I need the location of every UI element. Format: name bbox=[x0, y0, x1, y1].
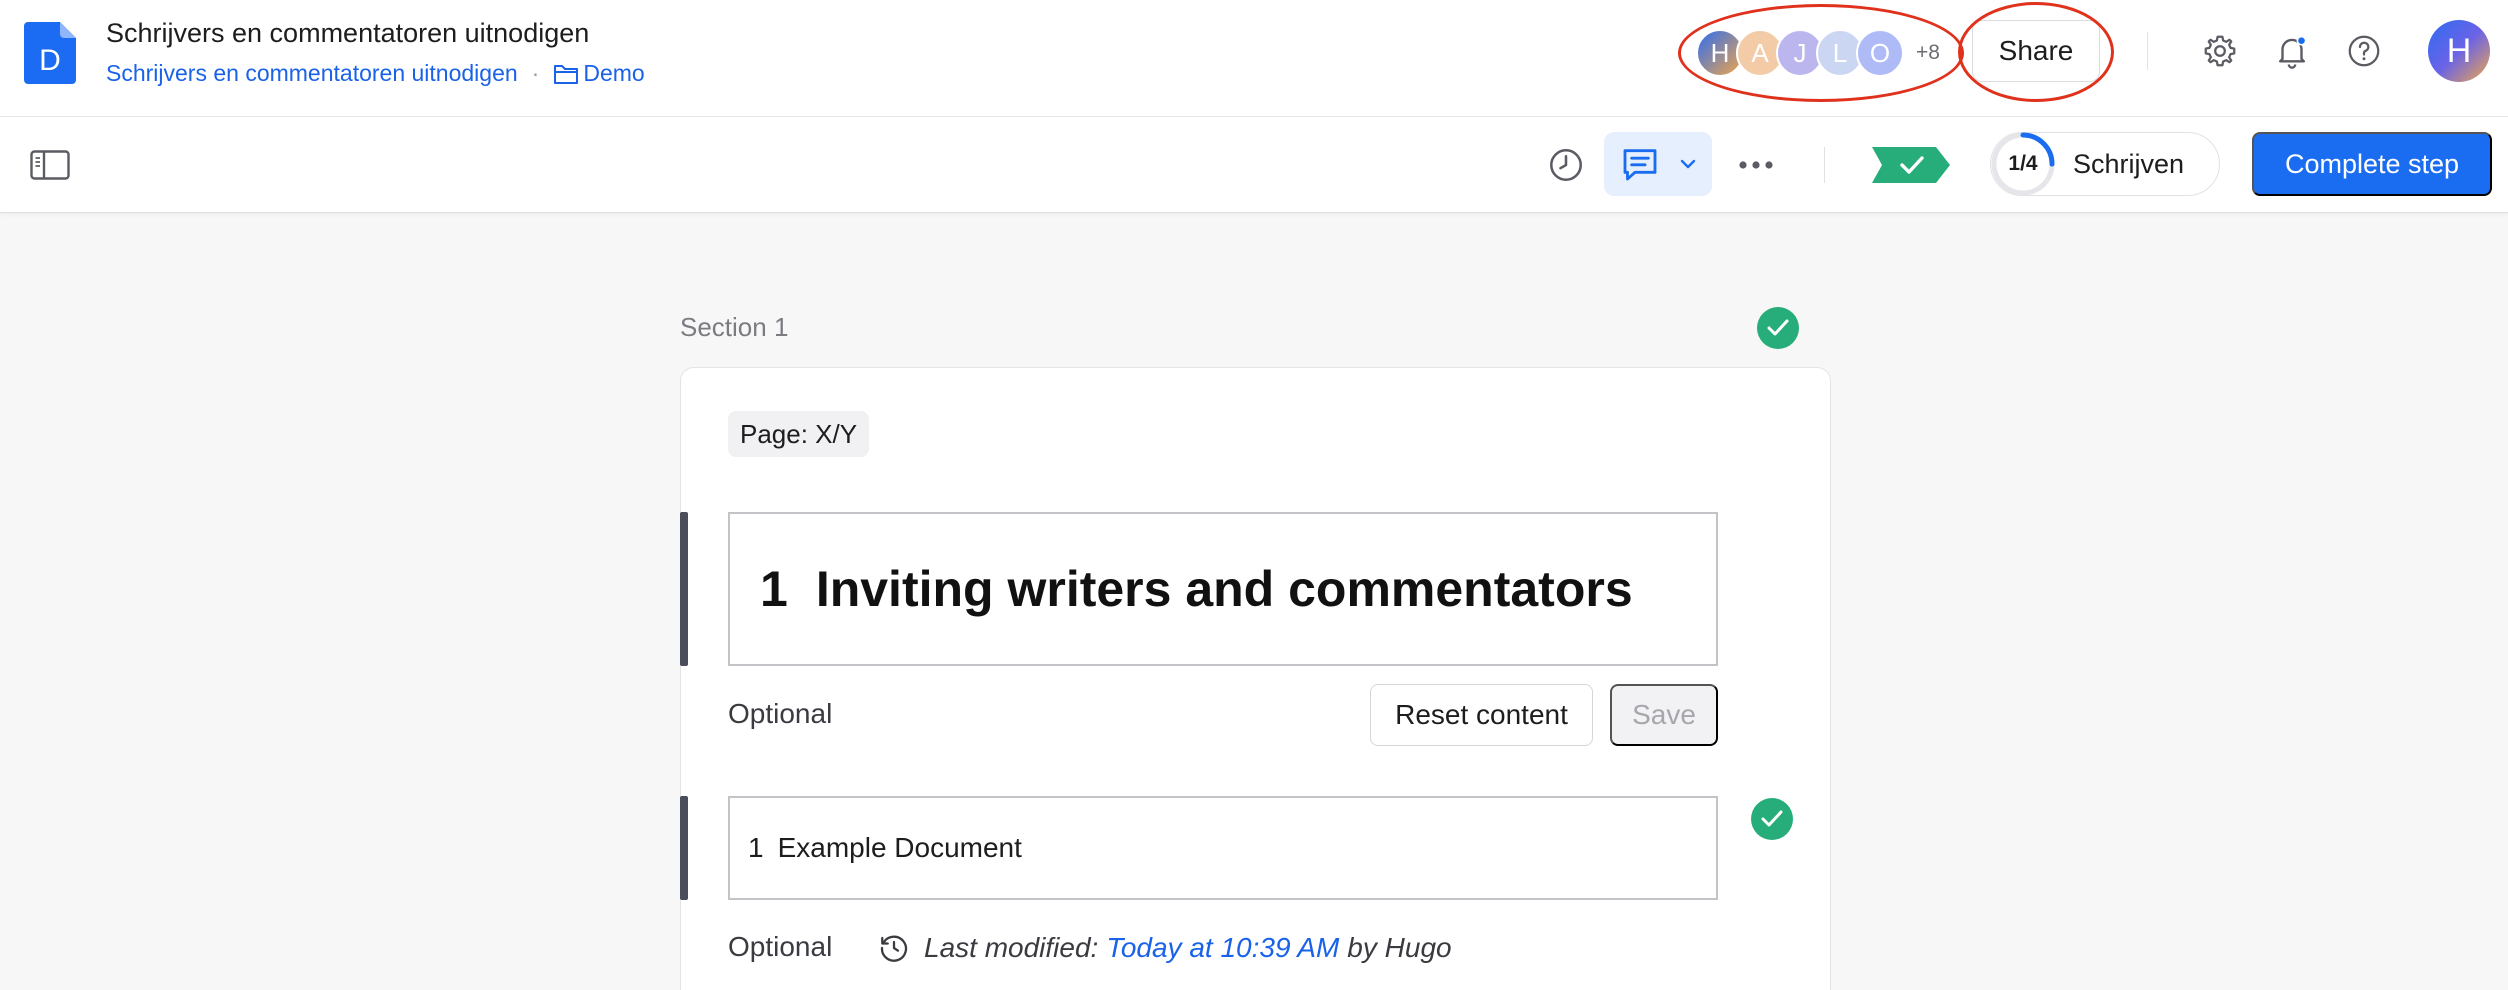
help-question-icon[interactable] bbox=[2344, 31, 2384, 71]
heading-number: 1 bbox=[760, 561, 788, 617]
step-name: Schrijven bbox=[2073, 148, 2185, 179]
page-indicator-chip: Page: X/Y bbox=[728, 411, 870, 457]
last-modified-author: by Hugo bbox=[1347, 932, 1452, 963]
breadcrumb-folder-link[interactable]: Demo bbox=[553, 60, 645, 87]
last-modified-info: Last modified: Today at 10:39 AM by Hugo bbox=[878, 930, 1452, 966]
complete-step-button[interactable]: Complete step bbox=[2252, 132, 2492, 196]
history-clock-icon[interactable] bbox=[1544, 143, 1588, 187]
heading-block[interactable]: 1 Inviting writers and commentators bbox=[728, 512, 1718, 666]
last-modified-time-link[interactable]: Today at 10:39 AM bbox=[1106, 932, 1339, 964]
chevron-down-icon bbox=[1680, 159, 1696, 169]
header-divider bbox=[2147, 32, 2148, 70]
step-progress-indicator[interactable]: 1/4 Schrijven bbox=[1990, 132, 2220, 196]
breadcrumb-folder-label: Demo bbox=[583, 60, 645, 86]
notifications-bell-icon[interactable] bbox=[2272, 31, 2312, 71]
toolbar-divider bbox=[1824, 147, 1825, 183]
document-app-logo-icon[interactable]: D bbox=[24, 22, 76, 84]
sidebar-toggle-icon[interactable] bbox=[28, 145, 72, 185]
document-title: Schrijvers en commentatoren uitnodigen bbox=[106, 18, 590, 48]
collaborator-avatars[interactable]: H A J L O +8 bbox=[1696, 28, 1940, 78]
active-block-indicator bbox=[680, 796, 688, 900]
progress-ring: 1/4 bbox=[1991, 132, 2055, 196]
progress-count: 1/4 bbox=[2008, 152, 2038, 175]
item-complete-check-icon bbox=[1751, 798, 1793, 840]
document-item-number: 1 bbox=[748, 832, 764, 863]
collaborator-avatar[interactable]: O bbox=[1856, 29, 1904, 77]
history-icon bbox=[880, 935, 908, 962]
document-item-text: Example Document bbox=[777, 832, 1022, 863]
section-complete-check-icon bbox=[1757, 307, 1799, 349]
comment-icon bbox=[1623, 149, 1657, 181]
settings-gear-icon[interactable] bbox=[2200, 31, 2240, 71]
breadcrumb: Schrijvers en commentatoren uitnodigen ·… bbox=[106, 60, 645, 87]
share-button[interactable]: Share bbox=[1972, 20, 2100, 82]
save-button[interactable]: Save bbox=[1610, 684, 1718, 746]
breadcrumb-document-link[interactable]: Schrijvers en commentatoren uitnodigen bbox=[106, 60, 518, 87]
document-optional-label: Optional bbox=[728, 931, 833, 962]
comments-toggle-button[interactable] bbox=[1604, 132, 1712, 196]
section-title: Section 1 bbox=[680, 312, 789, 342]
app-header: D Schrijvers en commentatoren uitnodigen… bbox=[0, 0, 2508, 117]
last-modified-prefix: Last modified: bbox=[924, 932, 1099, 963]
heading-text: Inviting writers and commentators bbox=[815, 561, 1633, 617]
heading-optional-label: Optional bbox=[728, 698, 833, 729]
folder-icon bbox=[554, 64, 579, 84]
more-options-icon[interactable] bbox=[1734, 145, 1778, 185]
approved-status-flag-icon[interactable] bbox=[1872, 147, 1950, 183]
reset-content-button[interactable]: Reset content bbox=[1370, 684, 1593, 746]
document-item-block[interactable]: 1 Example Document bbox=[728, 796, 1718, 900]
user-avatar[interactable]: H bbox=[2428, 20, 2490, 82]
active-block-indicator bbox=[680, 512, 688, 666]
breadcrumb-separator: · bbox=[531, 60, 540, 86]
more-collaborators-count[interactable]: +8 bbox=[1916, 41, 1940, 65]
document-toolbar: 1/4 Schrijven Complete step bbox=[0, 117, 2508, 213]
svg-text:D: D bbox=[39, 44, 61, 77]
